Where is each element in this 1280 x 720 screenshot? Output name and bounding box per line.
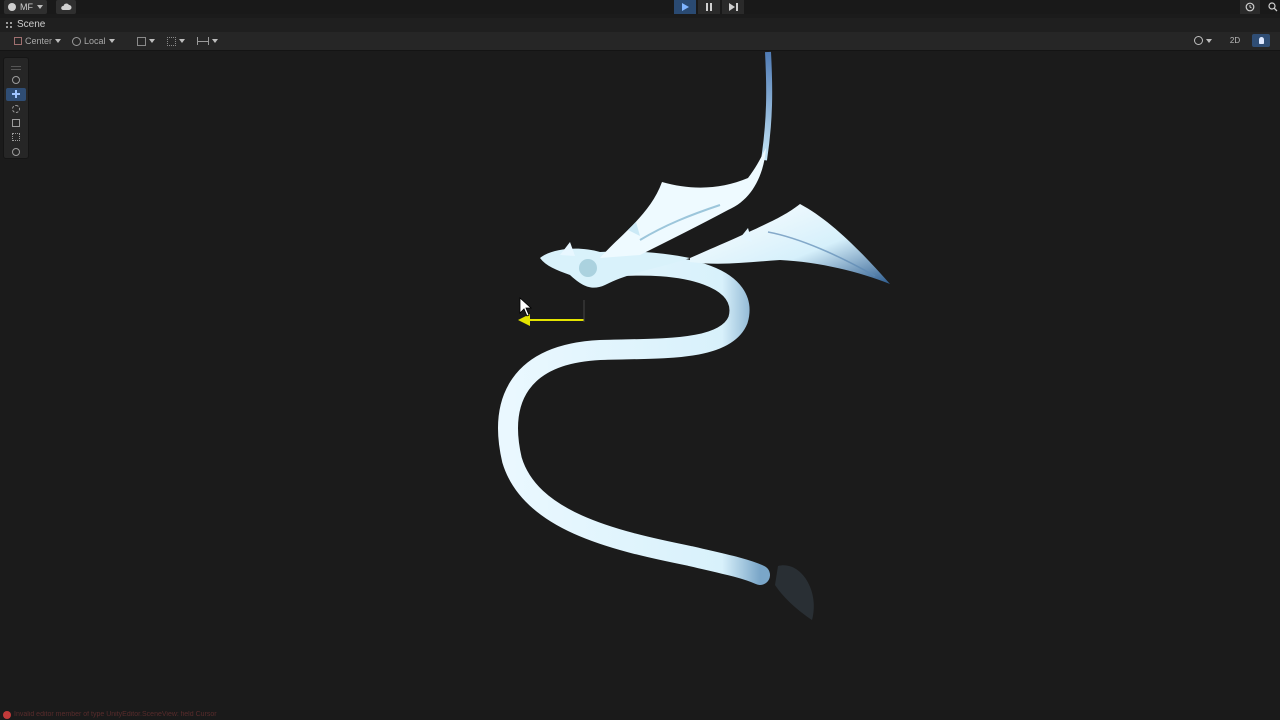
window-tab-bar: Scene bbox=[0, 18, 1280, 32]
scene-viewport[interactable] bbox=[0, 51, 1280, 710]
move-icon bbox=[12, 90, 20, 99]
status-bar[interactable]: Invalid editor member of type UnityEdito… bbox=[0, 710, 1280, 720]
dragon-neck bbox=[761, 51, 773, 161]
dragon-eye bbox=[579, 259, 597, 277]
draw-mode-dropdown[interactable] bbox=[1194, 34, 1212, 47]
grid-snapping-dropdown[interactable] bbox=[167, 35, 185, 47]
scene-toolbar: Center Local 2D bbox=[0, 32, 1280, 51]
chevron-down-icon bbox=[149, 39, 155, 43]
toggle-2d-button[interactable]: 2D bbox=[1226, 34, 1244, 47]
rect-icon bbox=[12, 133, 20, 142]
mouse-cursor-icon bbox=[519, 297, 533, 317]
hand-icon bbox=[12, 76, 20, 85]
play-icon bbox=[681, 3, 689, 11]
search-button[interactable] bbox=[1266, 0, 1280, 14]
transform-tool[interactable] bbox=[6, 146, 26, 158]
grid-visibility-dropdown[interactable] bbox=[137, 35, 155, 47]
scale-icon bbox=[12, 119, 20, 128]
move-tool[interactable] bbox=[6, 88, 26, 101]
error-icon bbox=[3, 711, 11, 719]
chevron-down-icon bbox=[179, 39, 185, 43]
account-label: MF bbox=[20, 2, 33, 12]
scene-icon bbox=[6, 21, 12, 28]
rotate-icon bbox=[12, 104, 20, 113]
rotate-tool[interactable] bbox=[6, 103, 26, 115]
pause-button[interactable] bbox=[698, 0, 720, 14]
tools-overlay bbox=[3, 57, 29, 159]
tab-scene[interactable]: Scene bbox=[6, 19, 45, 30]
main-toolbar: MF bbox=[0, 0, 1280, 14]
grid-icon bbox=[137, 36, 146, 46]
snap-icon bbox=[167, 36, 176, 46]
chevron-down-icon bbox=[1206, 38, 1212, 43]
toggle-2d-label: 2D bbox=[1229, 36, 1241, 45]
hand-tool[interactable] bbox=[6, 74, 26, 86]
pivot-rotation-label: Local bbox=[84, 36, 106, 46]
undo-history-button[interactable] bbox=[1240, 0, 1260, 14]
palette-grip[interactable] bbox=[11, 66, 21, 70]
console-message[interactable]: Invalid editor member of type UnityEdito… bbox=[14, 710, 514, 720]
dragon-tail-fin bbox=[775, 565, 814, 620]
step-icon bbox=[728, 3, 738, 11]
cloud-icon bbox=[61, 3, 72, 11]
chevron-down-icon bbox=[212, 39, 218, 43]
pivot-mode-dropdown[interactable]: Center bbox=[14, 35, 62, 47]
account-dropdown[interactable]: MF bbox=[4, 0, 47, 14]
cloud-button[interactable] bbox=[56, 0, 76, 14]
play-button[interactable] bbox=[674, 0, 696, 14]
light-bulb-icon bbox=[1258, 37, 1264, 44]
dragon-body bbox=[498, 255, 770, 585]
account-icon bbox=[8, 3, 16, 11]
ruler-icon bbox=[197, 37, 209, 45]
search-icon bbox=[1268, 2, 1278, 12]
pause-icon bbox=[706, 3, 712, 11]
pivot-icon bbox=[14, 37, 22, 45]
pivot-mode-label: Center bbox=[25, 36, 53, 46]
step-button[interactable] bbox=[722, 0, 744, 14]
playmode-controls bbox=[674, 0, 744, 14]
pivot-rotation-dropdown[interactable]: Local bbox=[72, 35, 115, 47]
local-icon bbox=[72, 36, 81, 46]
rect-tool[interactable] bbox=[6, 131, 26, 143]
history-icon bbox=[1245, 2, 1255, 12]
dragon-model[interactable] bbox=[0, 51, 1280, 710]
lighting-toggle[interactable] bbox=[1252, 34, 1270, 47]
chevron-down-icon bbox=[55, 39, 62, 43]
shading-icon bbox=[1194, 36, 1203, 45]
increment-snap-dropdown[interactable] bbox=[197, 35, 218, 47]
chevron-down-icon bbox=[37, 5, 43, 9]
chevron-down-icon bbox=[108, 39, 115, 43]
tab-scene-label: Scene bbox=[17, 19, 46, 30]
scale-tool[interactable] bbox=[6, 117, 26, 129]
transform-icon bbox=[12, 147, 20, 156]
